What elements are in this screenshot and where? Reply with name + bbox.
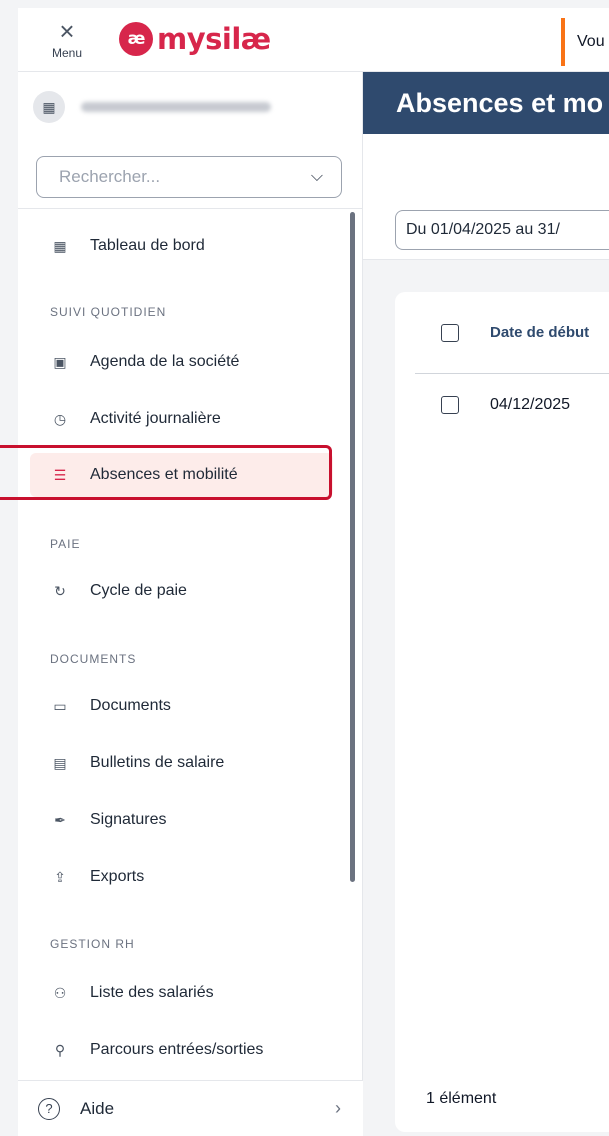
search-placeholder: Rechercher... xyxy=(59,167,161,186)
menu-label: Menu xyxy=(51,46,83,60)
company-name-blurred xyxy=(81,102,271,112)
chevron-right-icon: › xyxy=(335,1098,341,1118)
close-icon: × xyxy=(59,16,75,46)
section-suivi-quotidien: Suivi quotidien xyxy=(50,305,167,319)
sub-toolbar xyxy=(363,134,609,198)
sidebar-item-bulletins[interactable]: ▤ Bulletins de salaire xyxy=(30,741,333,785)
row-count: 1 élément xyxy=(426,1090,497,1107)
section-paie: Paie xyxy=(50,537,81,551)
page-title: Absences et mo xyxy=(363,72,609,134)
table-header: Date de début xyxy=(415,292,609,374)
absences-table-card: Date de début 04/12/2025 xyxy=(395,292,609,1132)
sidebar-item-absences[interactable]: ☰ Absences et mobilité xyxy=(30,453,333,497)
logo-text: mysilæ xyxy=(157,22,271,56)
company-selector[interactable]: ▦ xyxy=(33,90,353,124)
user-add-icon: ⚲ xyxy=(54,1041,66,1058)
sidebar-scrollbar[interactable] xyxy=(350,212,355,882)
clock-icon: ◷ xyxy=(53,410,67,427)
help-icon: ? xyxy=(38,1097,60,1120)
sidebar-item-documents[interactable]: ▭ Documents xyxy=(30,684,333,728)
help-menu[interactable]: ? Aide › xyxy=(18,1080,363,1136)
sidebar-item-label: Absences et mobilité xyxy=(90,466,238,483)
cell-date-debut: 04/12/2025 xyxy=(490,396,571,413)
row-checkbox[interactable] xyxy=(441,396,459,414)
sidebar-item-exports[interactable]: ⇪ Exports xyxy=(30,855,333,899)
date-range-filter[interactable]: Du 01/04/2025 au 31/ xyxy=(395,210,609,250)
sidebar-item-parcours[interactable]: ⚲ Parcours entrées/sorties xyxy=(30,1028,333,1072)
sidebar-item-label: Cycle de paie xyxy=(90,582,187,599)
building-icon: ▦ xyxy=(33,91,65,123)
sidebar-item-label: Activité journalière xyxy=(90,410,221,427)
help-label: Aide xyxy=(80,1098,115,1118)
payslip-icon: ▤ xyxy=(53,754,67,771)
column-header-date-debut[interactable]: Date de début xyxy=(490,324,589,341)
menu-close-button[interactable]: × Menu xyxy=(42,18,92,64)
section-documents: Documents xyxy=(50,652,137,666)
sidebar-item-label: Parcours entrées/sorties xyxy=(90,1041,264,1058)
sidebar-item-label: Bulletins de salaire xyxy=(90,754,225,771)
export-icon: ⇪ xyxy=(54,868,66,885)
sidebar-item-signatures[interactable]: ✒ Signatures xyxy=(30,798,333,842)
sidebar-item-label: Liste des salariés xyxy=(90,984,214,1001)
table-row[interactable]: 04/12/2025 xyxy=(415,374,609,436)
sidebar-item-salaries[interactable]: ⚇ Liste des salariés xyxy=(30,971,333,1015)
folder-icon: ▭ xyxy=(53,697,67,714)
sidebar-item-tableau-de-bord[interactable]: ▦ Tableau de bord xyxy=(30,224,333,268)
users-icon: ⚇ xyxy=(53,984,67,1001)
sidebar-item-label: Tableau de bord xyxy=(90,237,205,254)
sidebar-item-agenda[interactable]: ▣ Agenda de la société xyxy=(30,340,333,384)
mysilae-logo[interactable]: æ mysilæ xyxy=(119,21,271,57)
dashboard-icon: ▦ xyxy=(53,237,67,254)
pen-icon: ✒ xyxy=(54,811,66,828)
cycle-icon: ↻ xyxy=(54,582,66,599)
sidebar-item-label: Exports xyxy=(90,868,145,885)
search-dropdown[interactable]: Rechercher... ⌵ xyxy=(36,156,342,198)
sidebar-item-activite[interactable]: ◷ Activité journalière xyxy=(30,397,333,441)
top-bar: × Menu æ mysilæ Vou xyxy=(18,8,609,72)
divider xyxy=(18,208,363,209)
sidebar-item-label: Documents xyxy=(90,697,171,714)
logo-mark: æ xyxy=(119,22,153,56)
section-gestion-rh: Gestion RH xyxy=(50,937,135,951)
top-banner: Vou xyxy=(561,18,609,66)
sidebar-item-label: Signatures xyxy=(90,811,167,828)
chevron-down-icon: ⌵ xyxy=(310,168,323,185)
sidebar-item-cycle-de-paie[interactable]: ↻ Cycle de paie xyxy=(30,569,333,613)
list-icon: ☰ xyxy=(53,466,67,483)
calendar-icon: ▣ xyxy=(53,353,67,370)
select-all-checkbox[interactable] xyxy=(441,323,459,342)
sidebar-item-label: Agenda de la société xyxy=(90,353,240,370)
sidebar: ▦ Rechercher... ⌵ ▦ Tableau de bord Suiv… xyxy=(18,72,363,1136)
